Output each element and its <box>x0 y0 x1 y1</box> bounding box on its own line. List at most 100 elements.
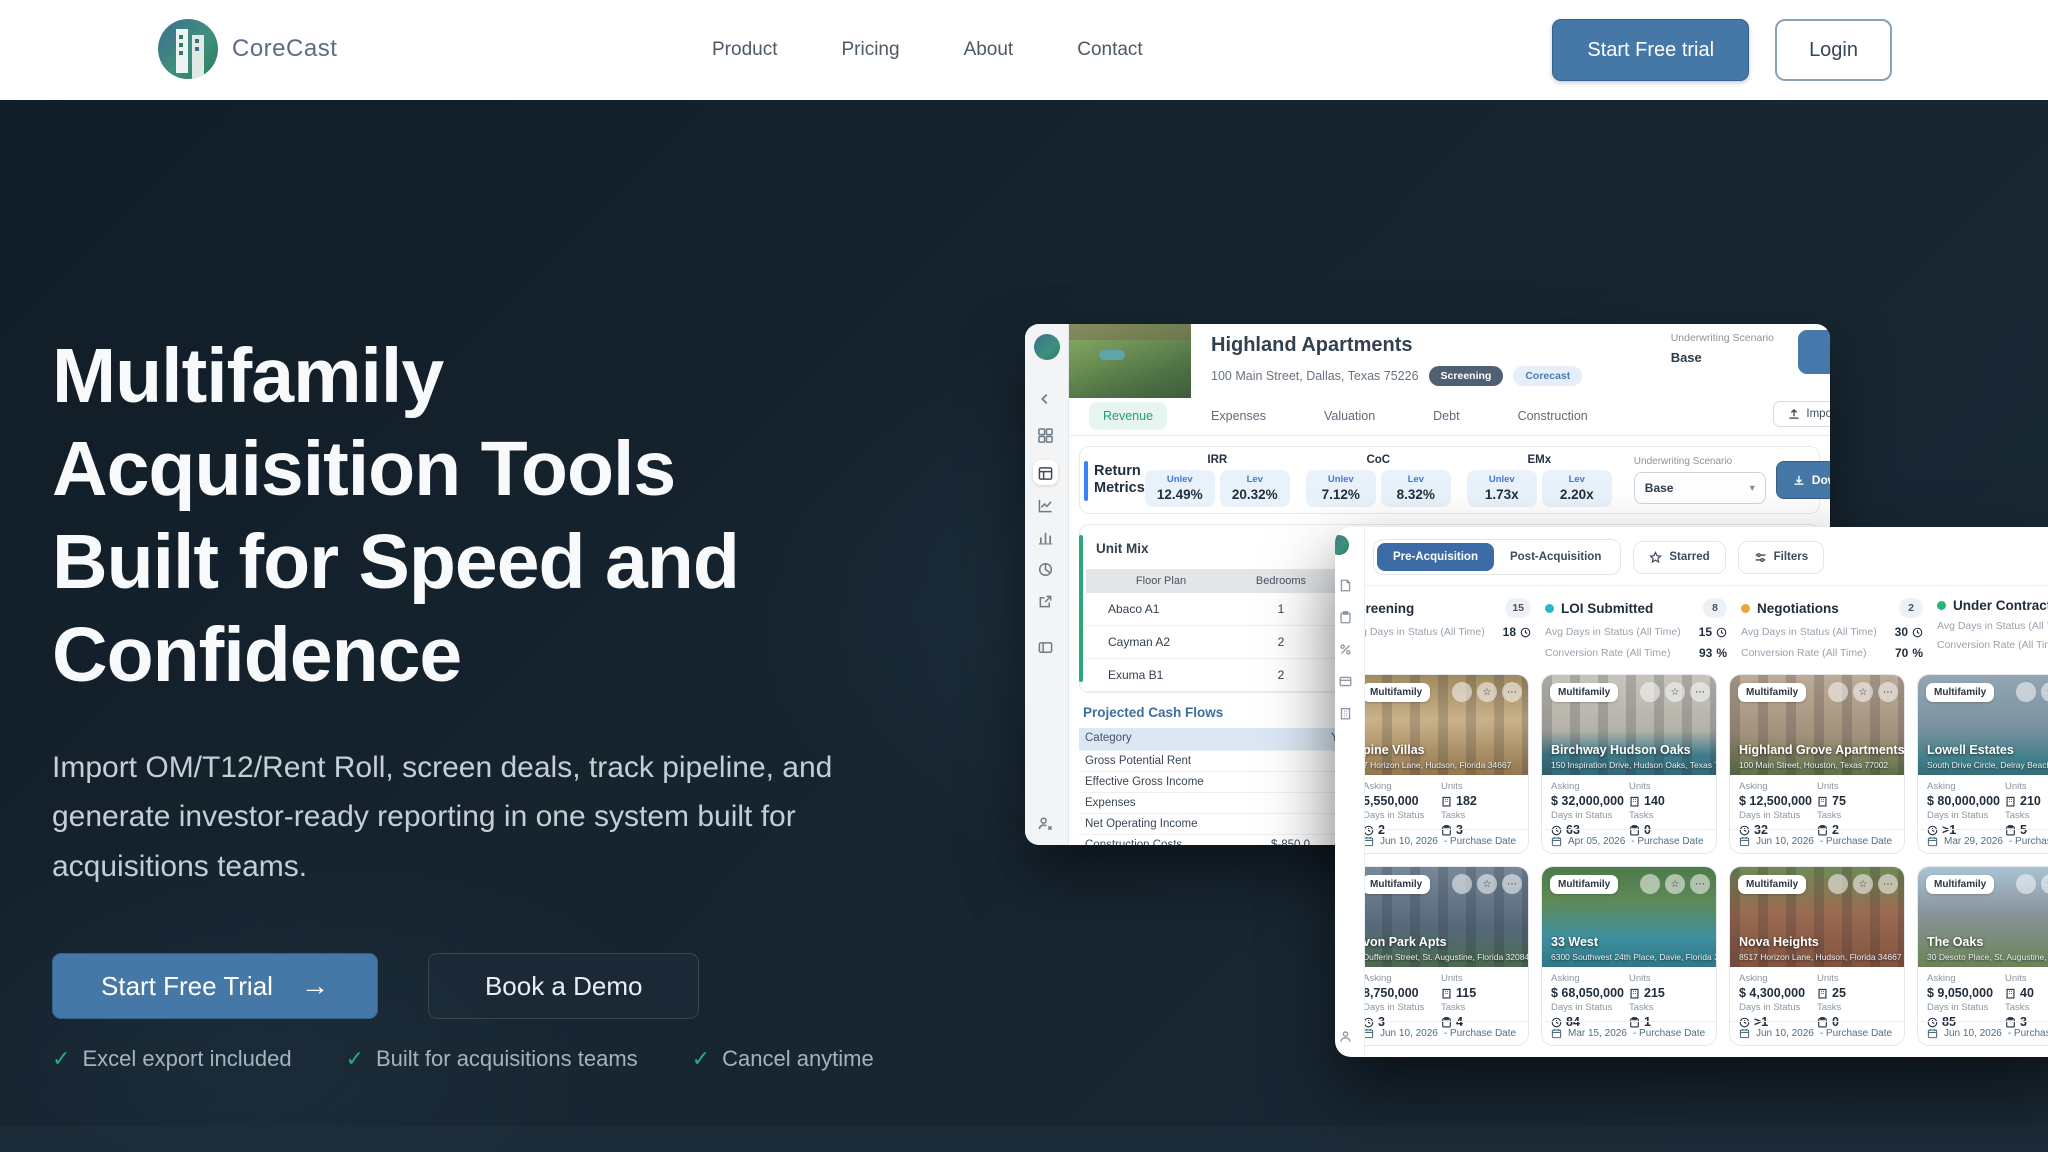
collapse-sidebar-icon[interactable] <box>1038 392 1052 406</box>
window-action-button[interactable] <box>1798 330 1830 374</box>
benefit-label: Cancel anytime <box>722 1046 874 1072</box>
deal-card-grid: Multifamily ☆⋯ pine Villas 7 Horizon Lan… <box>1365 674 2048 1057</box>
deal-card[interactable]: Multifamily ☆⋯ Highland Grove Apartments… <box>1729 674 1905 854</box>
conversion-label: Conversion Rate (All Time) <box>1937 639 2048 651</box>
start-free-trial-button-top[interactable]: Start Free trial <box>1552 19 1749 81</box>
star-icon[interactable]: ☆ <box>1665 682 1685 702</box>
days-label: Days in Status <box>1927 810 2005 821</box>
download-icon <box>1793 474 1805 486</box>
deal-address: 7 Horizon Lane, Hudson, Florida 34667 <box>1365 760 1511 770</box>
stage-screening: Screening 15 Avg Days in Status (All Tim… <box>1365 598 1545 660</box>
nav-contact[interactable]: Contact <box>1077 39 1142 61</box>
scenario-dropdown[interactable]: Base ▾ <box>1634 472 1766 504</box>
deal-card[interactable]: Multifamily ☆⋯ Lowell Estates South Driv… <box>1917 674 2048 854</box>
tab-debt[interactable]: Debt <box>1419 402 1473 430</box>
avatar-icon[interactable] <box>1452 874 1472 894</box>
purchase-date: Mar 29, 2026 <box>1944 836 2003 847</box>
document-icon[interactable] <box>1339 579 1352 592</box>
panel-card-icon[interactable] <box>1038 640 1053 655</box>
avatar-icon[interactable] <box>1828 874 1848 894</box>
units-value: 75 <box>1832 794 1846 808</box>
asking-label: Asking <box>1551 973 1629 984</box>
ellipsis-icon[interactable]: ⋯ <box>1690 874 1710 894</box>
avatar-icon[interactable] <box>1640 682 1660 702</box>
nav-pricing[interactable]: Pricing <box>841 39 899 61</box>
star-icon[interactable]: ☆ <box>1853 874 1873 894</box>
nav-about[interactable]: About <box>964 39 1014 61</box>
filters-button[interactable]: Filters <box>1738 541 1825 574</box>
brand-logo[interactable]: CoreCast <box>158 19 337 79</box>
deal-name: Nova Heights <box>1739 935 1819 949</box>
tab-revenue[interactable]: Revenue <box>1089 402 1167 430</box>
calendar-icon <box>1927 836 1938 847</box>
star-icon[interactable]: ☆ <box>1853 682 1873 702</box>
avatar-icon[interactable] <box>1452 682 1472 702</box>
ellipsis-icon[interactable]: ⋯ <box>1690 682 1710 702</box>
star-icon[interactable]: ☆ <box>2041 682 2048 702</box>
percent-icon[interactable] <box>1339 643 1352 656</box>
user-settings-icon[interactable] <box>1038 816 1053 831</box>
starred-filter-button[interactable]: Starred <box>1633 541 1725 574</box>
star-icon[interactable]: ☆ <box>1477 874 1497 894</box>
dashboard-grid-icon[interactable] <box>1038 428 1053 443</box>
ellipsis-icon[interactable]: ⋯ <box>1878 682 1898 702</box>
nav-product[interactable]: Product <box>712 39 777 61</box>
units-icon <box>1817 796 1828 807</box>
building-icon[interactable] <box>1339 707 1352 720</box>
property-photo: Multifamily ☆⋯ 33 West 6300 Southwest 24… <box>1542 867 1716 967</box>
return-metrics-title: Return Metrics <box>1094 463 1145 496</box>
star-icon[interactable]: ☆ <box>2041 874 2048 894</box>
avatar-icon[interactable] <box>1828 682 1848 702</box>
avatar-icon[interactable] <box>2016 682 2036 702</box>
units-label: Units <box>1817 973 1895 984</box>
status-badge[interactable]: Screening <box>1429 366 1504 386</box>
deal-card[interactable]: Multifamily ☆⋯ Birchway Hudson Oaks 150 … <box>1541 674 1717 854</box>
purchase-date-suffix: - Purchase Date <box>1444 836 1516 847</box>
tab-post-acquisition[interactable]: Post-Acquisition <box>1494 543 1617 571</box>
external-link-icon[interactable] <box>1038 594 1053 609</box>
ellipsis-icon[interactable]: ⋯ <box>1878 874 1898 894</box>
days-label: Days in Status <box>1927 1002 2005 1013</box>
clipboard-icon[interactable] <box>1339 611 1352 624</box>
card-icon[interactable] <box>1339 675 1352 688</box>
metric-group-irr: IRR Unlev12.49% Lev20.32% <box>1145 454 1290 507</box>
pie-chart-icon[interactable] <box>1038 562 1053 577</box>
pipeline-stage-stats: Screening 15 Avg Days in Status (All Tim… <box>1365 586 2048 660</box>
model-tabs: Revenue Expenses Valuation Debt Construc… <box>1089 402 1602 430</box>
avatar-icon[interactable] <box>1640 874 1660 894</box>
avatar-icon[interactable] <box>2016 874 2036 894</box>
ellipsis-icon[interactable]: ⋯ <box>1502 682 1522 702</box>
purchase-date: Jun 10, 2026 <box>1756 1028 1814 1039</box>
hero-heading-line: Confidence <box>52 609 982 702</box>
login-button[interactable]: Login <box>1775 19 1892 81</box>
purchase-date: Jun 10, 2026 <box>1380 1028 1438 1039</box>
book-a-demo-button[interactable]: Book a Demo <box>428 953 700 1019</box>
line-chart-icon[interactable] <box>1038 498 1053 513</box>
deal-card[interactable]: Multifamily ☆⋯ pine Villas 7 Horizon Lan… <box>1365 674 1529 854</box>
deal-card[interactable]: Multifamily ☆⋯ Nova Heights 8517 Horizon… <box>1729 866 1905 1046</box>
tab-valuation[interactable]: Valuation <box>1310 402 1389 430</box>
deal-card[interactable]: Multifamily ☆⋯ 33 West 6300 Southwest 24… <box>1541 866 1717 1046</box>
import-button[interactable]: Import <box>1773 401 1830 427</box>
benefit-item: ✓ Excel export included <box>52 1046 292 1072</box>
tasks-label: Tasks <box>2005 810 2048 821</box>
stage-dot <box>1937 601 1946 610</box>
user-icon[interactable] <box>1339 1030 1352 1043</box>
deal-card[interactable]: Multifamily ☆⋯ The Oaks 30 Desoto Place,… <box>1917 866 2048 1046</box>
asking-label: Asking <box>1551 781 1629 792</box>
ellipsis-icon[interactable]: ⋯ <box>1502 874 1522 894</box>
star-icon[interactable]: ☆ <box>1477 682 1497 702</box>
deal-card[interactable]: Multifamily ☆⋯ von Park Apts Dufferin St… <box>1365 866 1529 1046</box>
filter-sliders-icon <box>1754 551 1767 564</box>
tab-pre-acquisition[interactable]: Pre-Acquisition <box>1377 543 1494 571</box>
model-table-icon[interactable] <box>1033 460 1058 485</box>
tab-construction[interactable]: Construction <box>1504 402 1602 430</box>
bar-chart-icon[interactable] <box>1038 530 1053 545</box>
star-icon[interactable]: ☆ <box>1665 874 1685 894</box>
conversion-value: 93 <box>1699 646 1712 660</box>
start-free-trial-button-hero[interactable]: Start Free Trial → <box>52 953 378 1019</box>
download-model-button[interactable]: Download Mod <box>1776 461 1830 499</box>
avg-days-row: Avg Days in Status (All Time) <box>1937 620 2048 632</box>
scenario-selected-value: Base <box>1645 481 1674 495</box>
tab-expenses[interactable]: Expenses <box>1197 402 1280 430</box>
